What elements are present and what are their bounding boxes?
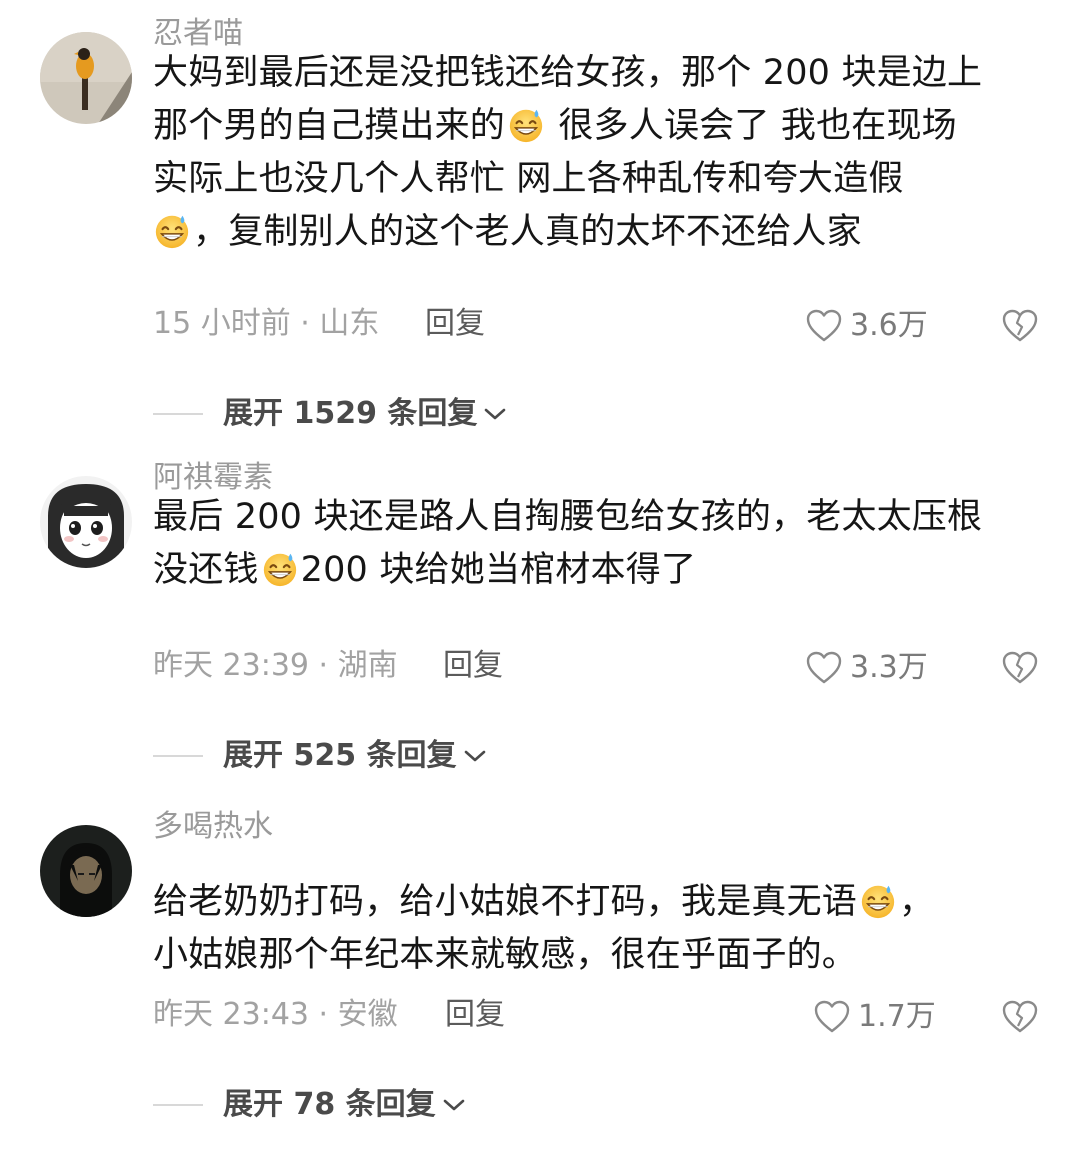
username[interactable]: 多喝热水 xyxy=(153,807,273,847)
like-count: 3.6万 xyxy=(850,308,928,343)
like-button[interactable]: 3.3万 xyxy=(806,648,928,688)
comment-text-segment: 200 块给她当棺材本得了 xyxy=(300,550,697,590)
comment-line: 最后 200 块还是路人自掏腰包给女孩的，老太太压根 xyxy=(153,497,983,537)
comment-text-segment: 那个男的自己摸出来的 xyxy=(153,106,506,146)
chevron-down-icon xyxy=(464,750,485,762)
expand-replies-label: 展开 1529 条回复 xyxy=(223,396,478,431)
dark-character-avatar-icon xyxy=(40,825,132,917)
divider-dash xyxy=(153,1104,203,1106)
chevron-down-icon xyxy=(443,1099,464,1111)
like-count: 1.7万 xyxy=(858,999,936,1034)
comment-text: 给老奶奶打码，给小姑娘不打码，我是真无语 ， 小姑娘那个年纪本来就敏感，很在乎面子… xyxy=(153,876,1038,982)
expand-replies-label: 展开 78 条回复 xyxy=(223,1087,436,1122)
expand-replies-button[interactable]: 展开 78 条回复 xyxy=(153,1085,466,1125)
time-location: 昨天 23:39 · 湖南 xyxy=(153,648,398,683)
comment-line-with-emoji: 给老奶奶打码，给小姑娘不打码，我是真无语 ， xyxy=(153,876,1038,929)
comment-line-with-emoji: ，复制别人的这个老人真的太坏不还给人家 xyxy=(153,206,1038,259)
grinning-sweat-emoji-icon xyxy=(261,550,299,588)
divider-dash xyxy=(153,755,203,757)
comment-text-segment: 没还钱 xyxy=(153,550,259,590)
heart-outline-icon xyxy=(806,309,842,342)
expand-replies-button[interactable]: 展开 525 条回复 xyxy=(153,736,487,776)
broken-heart-icon[interactable] xyxy=(1002,308,1038,344)
avatar[interactable] xyxy=(40,825,132,917)
chevron-down-icon xyxy=(485,408,506,420)
expand-replies-label: 展开 525 条回复 xyxy=(223,738,457,773)
divider-dash xyxy=(153,413,203,415)
anime-girl-avatar-icon xyxy=(40,476,132,568)
reply-button[interactable]: 回复 xyxy=(443,646,503,686)
comment-text: 大妈到最后还是没把钱还给女孩，那个 200 块是边上 那个男的自己摸出来的 很多… xyxy=(153,47,1038,259)
reply-button[interactable]: 回复 xyxy=(445,995,505,1035)
bird-avatar-icon xyxy=(40,32,132,124)
time-location: 15 小时前 · 山东 xyxy=(153,306,380,341)
time-location: 昨天 23:43 · 安徽 xyxy=(153,997,398,1032)
comment-line: 实际上也没几个人帮忙 网上各种乱传和夸大造假 xyxy=(153,159,904,199)
like-button[interactable]: 3.6万 xyxy=(806,306,928,346)
comment-text: 最后 200 块还是路人自掏腰包给女孩的，老太太压根 没还钱 200 块给她当棺材… xyxy=(153,491,1038,597)
like-count: 3.3万 xyxy=(850,650,928,685)
grinning-sweat-emoji-icon xyxy=(507,106,545,144)
comment-line: 大妈到最后还是没把钱还给女孩，那个 200 块是边上 xyxy=(153,53,983,93)
comment-text-segment: 很多人误会了 我也在现场 xyxy=(547,106,957,146)
comment-text-segment: 给老奶奶打码，给小姑娘不打码，我是真无语 xyxy=(153,882,858,922)
expand-replies-button[interactable]: 展开 1529 条回复 xyxy=(153,394,507,434)
comment-text-segment: ， xyxy=(899,882,935,922)
reply-button[interactable]: 回复 xyxy=(425,304,485,344)
grinning-sweat-emoji-icon xyxy=(153,212,191,250)
like-button[interactable]: 1.7万 xyxy=(814,997,936,1037)
heart-outline-icon xyxy=(814,1000,850,1033)
broken-heart-icon[interactable] xyxy=(1002,999,1038,1035)
broken-heart-icon[interactable] xyxy=(1002,650,1038,686)
avatar[interactable] xyxy=(40,32,132,124)
grinning-sweat-emoji-icon xyxy=(859,882,897,920)
comment-text-segment: ，复制别人的这个老人真的太坏不还给人家 xyxy=(193,212,862,252)
comment-line-with-emoji: 那个男的自己摸出来的 很多人误会了 我也在现场 xyxy=(153,100,1038,153)
avatar[interactable] xyxy=(40,476,132,568)
heart-outline-icon xyxy=(806,651,842,684)
comment-line-with-emoji: 没还钱 200 块给她当棺材本得了 xyxy=(153,544,1038,597)
comment-line: 小姑娘那个年纪本来就敏感，很在乎面子的。 xyxy=(153,935,858,975)
